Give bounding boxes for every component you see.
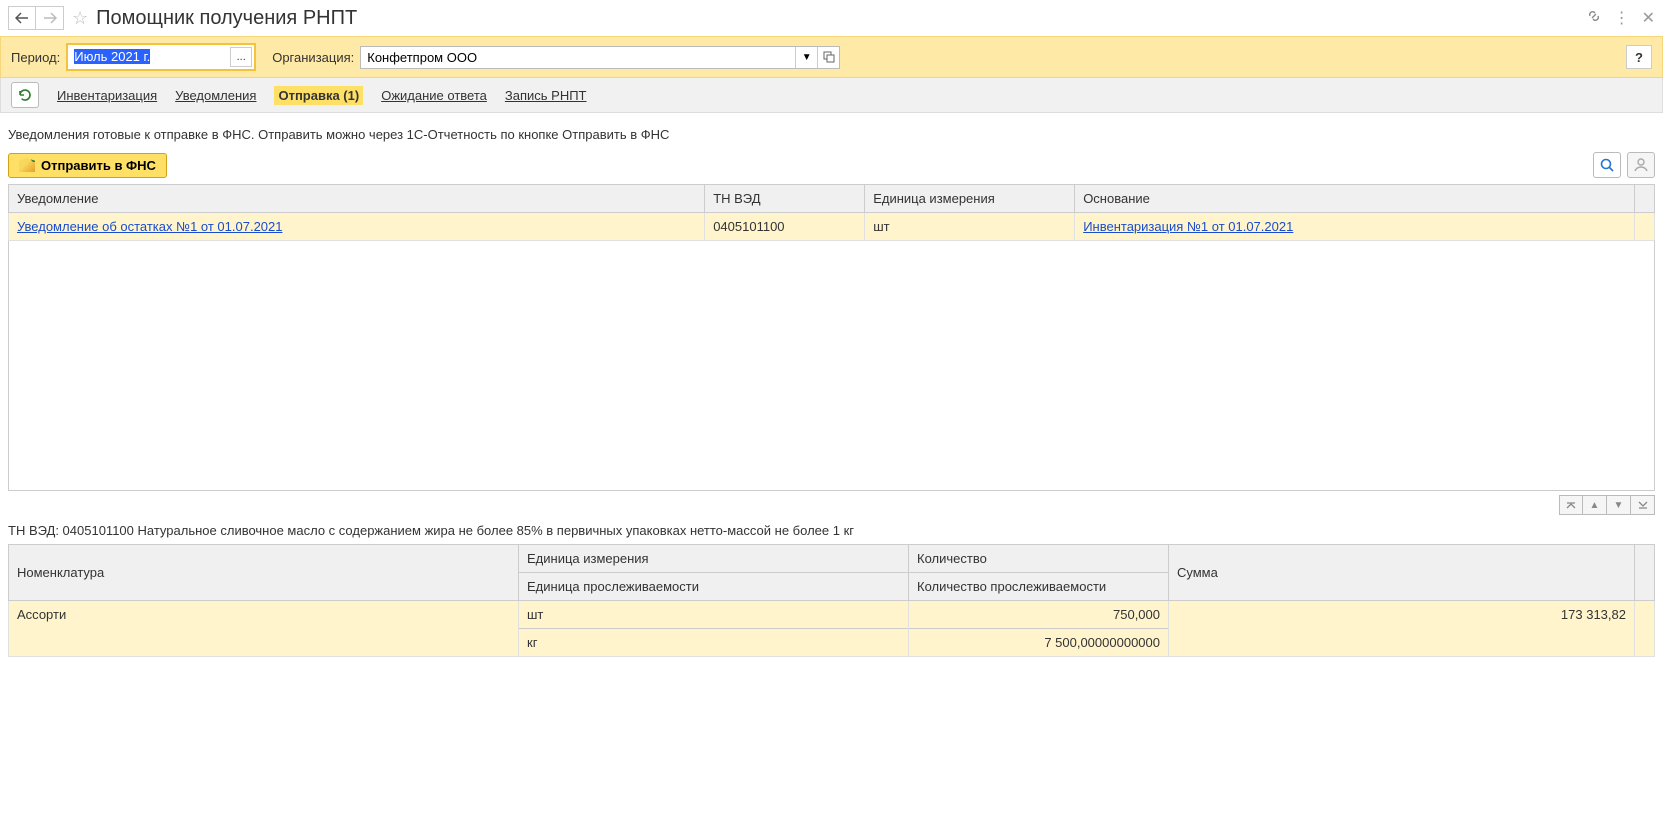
scroll-up-button[interactable]: ▲ [1583, 495, 1607, 515]
scroll-bottom-button[interactable] [1631, 495, 1655, 515]
col-scroll-2 [1635, 545, 1655, 601]
cell-qty-trace: 7 500,00000000000 [909, 628, 1168, 656]
table-row[interactable]: Уведомление об остатках №1 от 01.07.2021… [9, 213, 1655, 241]
col-qty-stack[interactable]: Количество Количество прослеживаемости [909, 545, 1169, 601]
col-unit[interactable]: Единица измерения [865, 185, 1075, 213]
send-button-label: Отправить в ФНС [41, 158, 156, 173]
org-dropdown-button[interactable]: ▼ [795, 47, 817, 68]
col-basis[interactable]: Основание [1075, 185, 1635, 213]
cell-nomenclature: Ассорти [9, 601, 519, 657]
tab-send[interactable]: Отправка (1) [274, 86, 363, 105]
basis-link[interactable]: Инвентаризация №1 от 01.07.2021 [1083, 219, 1293, 234]
forward-button[interactable] [36, 6, 64, 30]
link-icon[interactable] [1586, 8, 1602, 29]
back-button[interactable] [8, 6, 36, 30]
filter-bar: Период: Июль 2021 г. ... Организация: ▼ … [0, 36, 1663, 78]
tab-inventory[interactable]: Инвентаризация [57, 88, 157, 103]
col-scroll [1635, 185, 1655, 213]
cell-unit: шт [865, 213, 1075, 241]
org-open-button[interactable] [817, 47, 839, 68]
table-row[interactable]: Ассорти шт кг 750,000 7 500,00000000000 … [9, 601, 1655, 657]
titlebar: ☆ Помощник получения РНПТ ⋮ ✕ [0, 0, 1663, 36]
notice-link[interactable]: Уведомление об остатках №1 от 01.07.2021 [17, 219, 282, 234]
notices-table: Уведомление ТН ВЭД Единица измерения Осн… [8, 184, 1655, 241]
col-tnved[interactable]: ТН ВЭД [705, 185, 865, 213]
scroll-top-button[interactable] [1559, 495, 1583, 515]
col-notice[interactable]: Уведомление [9, 185, 705, 213]
toolbar: Инвентаризация Уведомления Отправка (1) … [0, 78, 1663, 113]
more-icon[interactable]: ⋮ [1614, 8, 1630, 28]
favorite-icon[interactable]: ☆ [72, 8, 88, 29]
period-label: Период: [11, 50, 60, 65]
refresh-button[interactable] [11, 82, 39, 108]
tab-notices[interactable]: Уведомления [175, 88, 256, 103]
info-text: Уведомления готовые к отправке в ФНС. От… [0, 113, 1663, 152]
period-field[interactable]: Июль 2021 г. ... [66, 43, 256, 71]
period-input[interactable]: Июль 2021 г. [70, 47, 230, 67]
scroll-controls: ▲ ▼ [0, 491, 1663, 519]
col-unit: Единица измерения [519, 545, 908, 572]
cell-unit-stack: шт кг [519, 601, 909, 657]
cell-unit-trace: кг [519, 628, 908, 656]
action-row: Отправить в ФНС [0, 152, 1663, 184]
cell-qty-stack: 750,000 7 500,00000000000 [909, 601, 1169, 657]
period-picker-button[interactable]: ... [230, 47, 252, 67]
col-qty-trace: Количество прослеживаемости [909, 572, 1168, 600]
cell-unit: шт [519, 601, 908, 628]
col-nomenclature[interactable]: Номенклатура [9, 545, 519, 601]
page-title: Помощник получения РНПТ [96, 7, 357, 30]
send-to-fns-button[interactable]: Отправить в ФНС [8, 153, 167, 178]
cell-qty: 750,000 [909, 601, 1168, 628]
user-button[interactable] [1627, 152, 1655, 178]
help-button[interactable]: ? [1626, 45, 1652, 69]
org-label: Организация: [272, 50, 354, 65]
col-unit-stack[interactable]: Единица измерения Единица прослеживаемос… [519, 545, 909, 601]
detail-caption: ТН ВЭД: 0405101100 Натуральное сливочное… [0, 519, 1663, 544]
tab-record[interactable]: Запись РНПТ [505, 88, 587, 103]
col-qty: Количество [909, 545, 1168, 572]
org-input[interactable] [361, 47, 795, 68]
cell-sum: 173 313,82 [1169, 601, 1635, 657]
envelope-icon [19, 158, 35, 172]
col-unit-trace: Единица прослеживаемости [519, 572, 908, 600]
detail-table: Номенклатура Единица измерения Единица п… [8, 544, 1655, 657]
tab-wait[interactable]: Ожидание ответа [381, 88, 487, 103]
col-sum[interactable]: Сумма [1169, 545, 1635, 601]
close-icon[interactable]: ✕ [1642, 8, 1655, 28]
scroll-down-button[interactable]: ▼ [1607, 495, 1631, 515]
notices-table-body-space [8, 241, 1655, 491]
cell-tnved: 0405101100 [705, 213, 865, 241]
org-field[interactable]: ▼ [360, 46, 840, 69]
find-button[interactable] [1593, 152, 1621, 178]
